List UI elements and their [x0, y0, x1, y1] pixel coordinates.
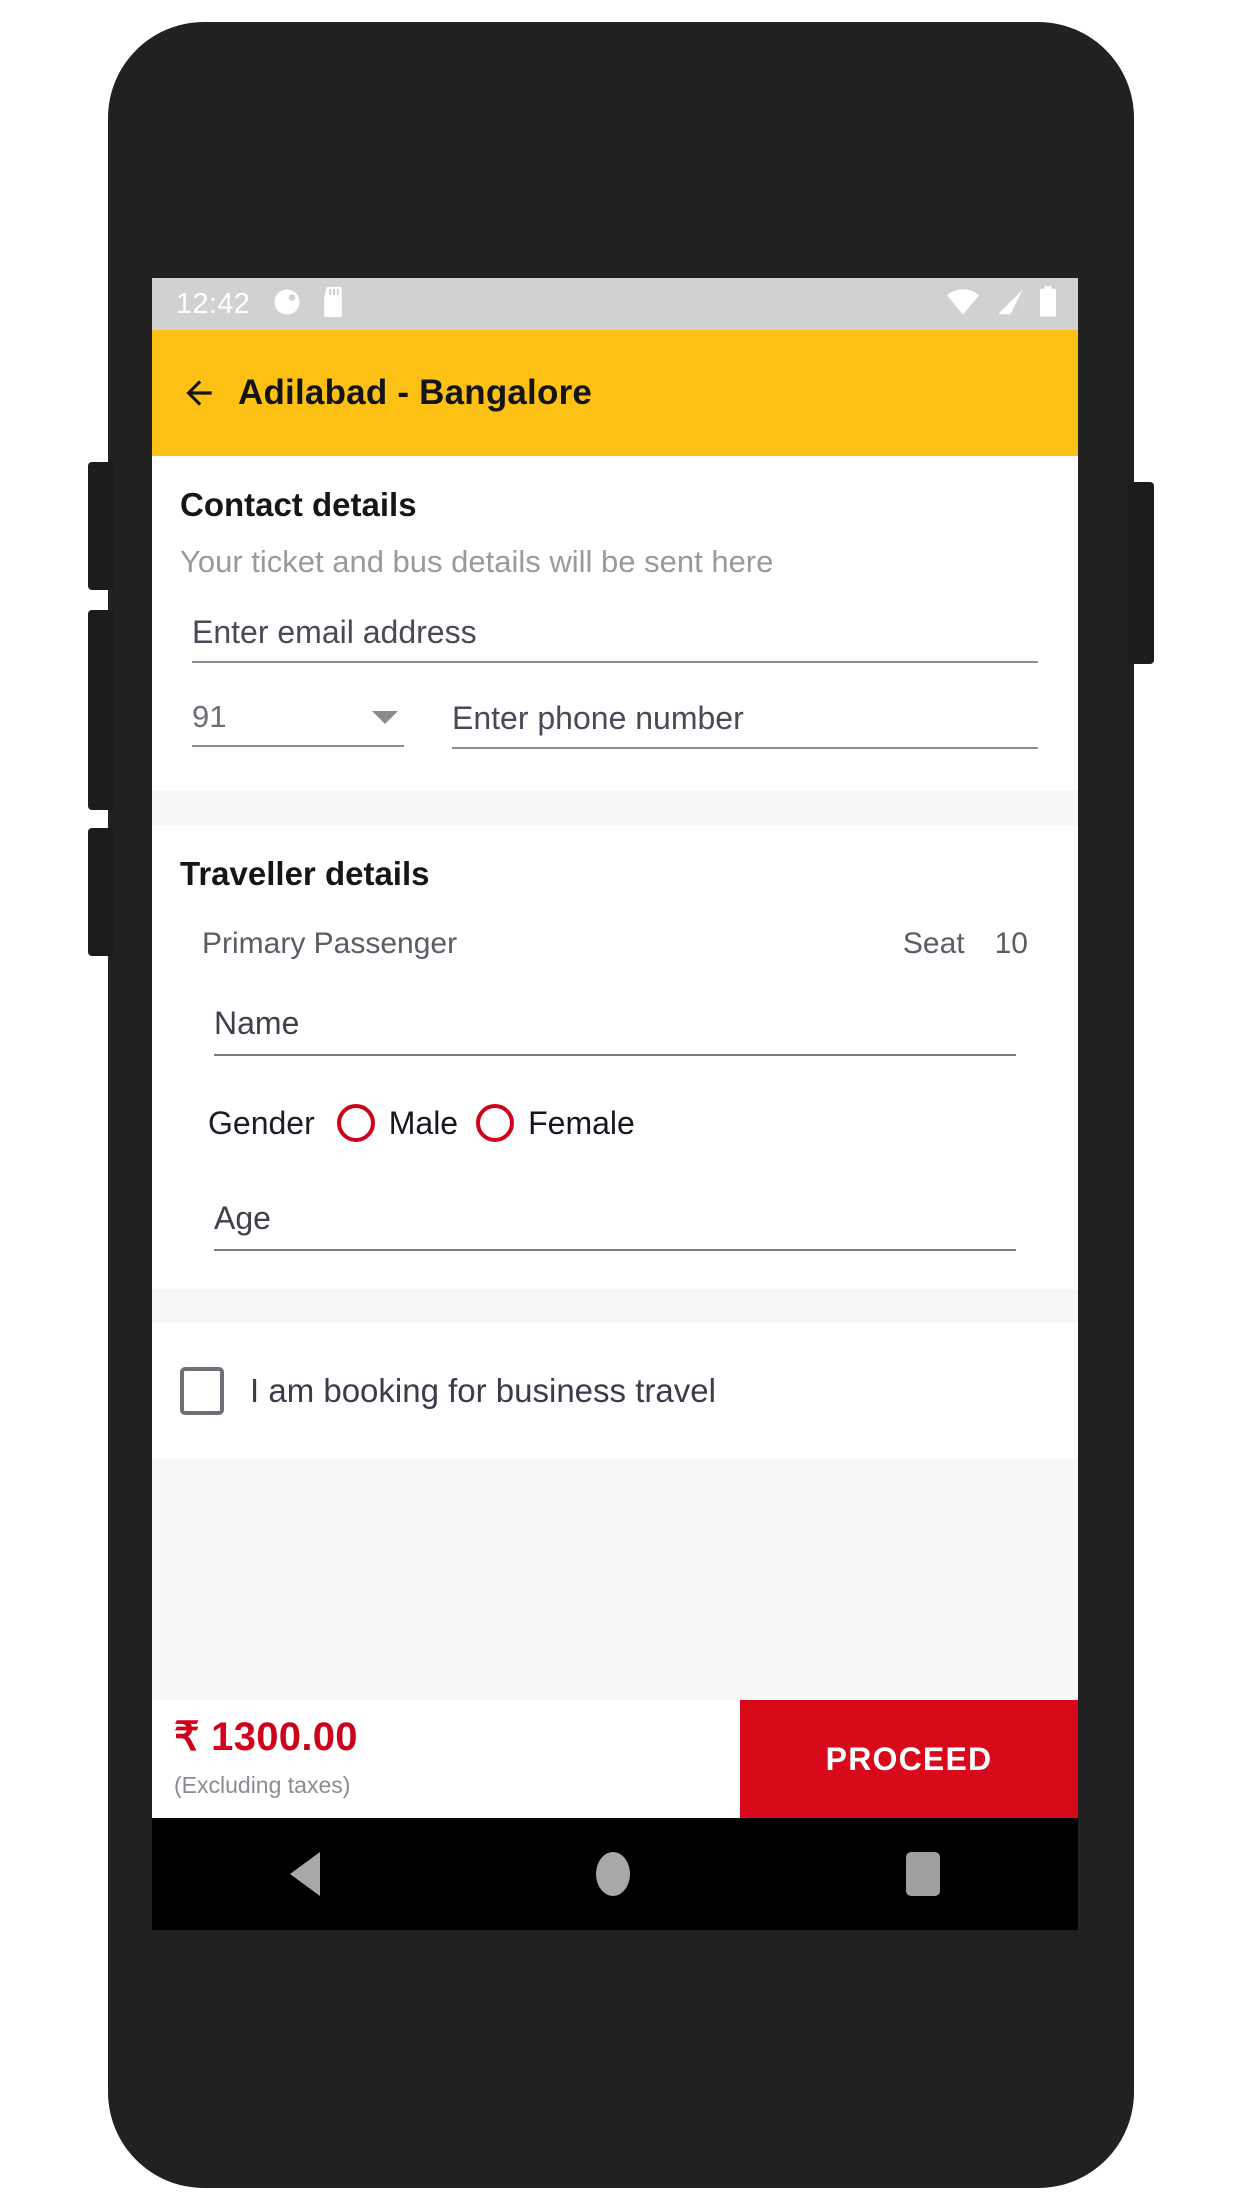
- email-field[interactable]: Enter email address: [192, 614, 1038, 663]
- power-button[interactable]: [1128, 482, 1154, 664]
- name-placeholder: Name: [214, 1005, 300, 1041]
- name-field-wrapper: Name: [214, 961, 1016, 1056]
- country-code-select[interactable]: 91: [192, 699, 404, 747]
- traveller-details-heading: Traveller details: [180, 855, 430, 892]
- gender-option-female-label[interactable]: Female: [528, 1105, 635, 1142]
- section-divider-1: [152, 791, 1078, 825]
- volume-up-button[interactable]: [88, 462, 114, 590]
- phone-screen: 12:42 Adilabad - Bangalore Contact detai…: [152, 278, 1078, 1930]
- proceed-button[interactable]: PROCEED: [740, 1700, 1078, 1818]
- gender-radio-female[interactable]: [476, 1104, 515, 1142]
- business-travel-card: I am booking for business travel: [152, 1323, 1078, 1459]
- total-price: ₹ 1300.00: [174, 1715, 358, 1759]
- business-travel-label: I am booking for business travel: [250, 1372, 716, 1409]
- contact-details-heading: Contact details: [180, 486, 417, 523]
- secondary-side-button[interactable]: [88, 828, 114, 956]
- sd-card-icon: [320, 286, 346, 322]
- seat-info: Seat 10: [903, 927, 1028, 961]
- age-field[interactable]: Age: [214, 1200, 1016, 1251]
- phone-row: 91 Enter phone number: [192, 663, 1038, 749]
- seat-number: 10: [994, 927, 1028, 960]
- wifi-icon: [946, 288, 980, 321]
- bottom-action-bar: ₹ 1300.00 (Excluding taxes) PROCEED: [152, 1700, 1078, 1818]
- name-field[interactable]: Name: [214, 1005, 1016, 1056]
- email-field-wrapper: Enter email address: [192, 580, 1038, 663]
- status-bar-clock: 12:42: [176, 287, 251, 320]
- seat-label: Seat: [902, 927, 965, 960]
- android-navigation-bar: [152, 1818, 1078, 1930]
- business-travel-row[interactable]: I am booking for business travel: [180, 1323, 1050, 1459]
- contact-details-card: Contact details Your ticket and bus deta…: [152, 456, 1078, 791]
- content-scroll-area: Contact details Your ticket and bus deta…: [152, 456, 1078, 1930]
- age-field-wrapper: Age: [214, 1142, 1016, 1289]
- email-placeholder: Enter email address: [192, 614, 477, 650]
- gender-radio-male[interactable]: [336, 1104, 375, 1142]
- volume-down-button[interactable]: [88, 610, 114, 810]
- nav-back-icon[interactable]: [290, 1852, 320, 1896]
- page-title: Adilabad - Bangalore: [238, 373, 593, 412]
- back-arrow-icon[interactable]: [180, 374, 218, 412]
- screenshot-root: 12:42 Adilabad - Bangalore Contact detai…: [0, 0, 1242, 2208]
- country-code-value: 91: [192, 699, 227, 734]
- passenger-summary-row: Primary Passenger Seat 10: [180, 893, 1050, 961]
- contact-details-subheading: Your ticket and bus details will be sent…: [180, 544, 774, 579]
- section-divider-2: [152, 1289, 1078, 1323]
- battery-icon: [1038, 285, 1058, 323]
- passenger-label: Primary Passenger: [202, 927, 458, 960]
- phone-placeholder: Enter phone number: [452, 700, 744, 736]
- app-bar: Adilabad - Bangalore: [152, 330, 1078, 456]
- status-bar-left-icons: [272, 286, 346, 322]
- chevron-down-icon: [372, 710, 398, 724]
- gender-label: Gender: [208, 1104, 315, 1141]
- status-bar-right-icons: [946, 285, 1058, 323]
- age-placeholder: Age: [214, 1200, 271, 1236]
- price-note: (Excluding taxes): [174, 1772, 351, 1798]
- gender-option-male-label[interactable]: Male: [389, 1105, 458, 1142]
- traveller-details-card: Traveller details Primary Passenger Seat…: [152, 825, 1078, 1289]
- nav-home-icon[interactable]: [596, 1852, 630, 1896]
- do-not-disturb-icon: [272, 287, 302, 322]
- gender-row: Gender Male Female: [180, 1056, 1050, 1142]
- status-bar: 12:42: [152, 278, 1078, 330]
- cellular-signal-icon: [994, 288, 1024, 321]
- contact-card-bottom-pad: [180, 749, 1050, 791]
- price-block: ₹ 1300.00 (Excluding taxes): [152, 1700, 740, 1818]
- business-travel-checkbox[interactable]: [180, 1367, 224, 1415]
- nav-recents-icon[interactable]: [906, 1852, 940, 1896]
- phone-number-field[interactable]: Enter phone number: [452, 700, 1038, 749]
- section-divider-3: [152, 1459, 1078, 1700]
